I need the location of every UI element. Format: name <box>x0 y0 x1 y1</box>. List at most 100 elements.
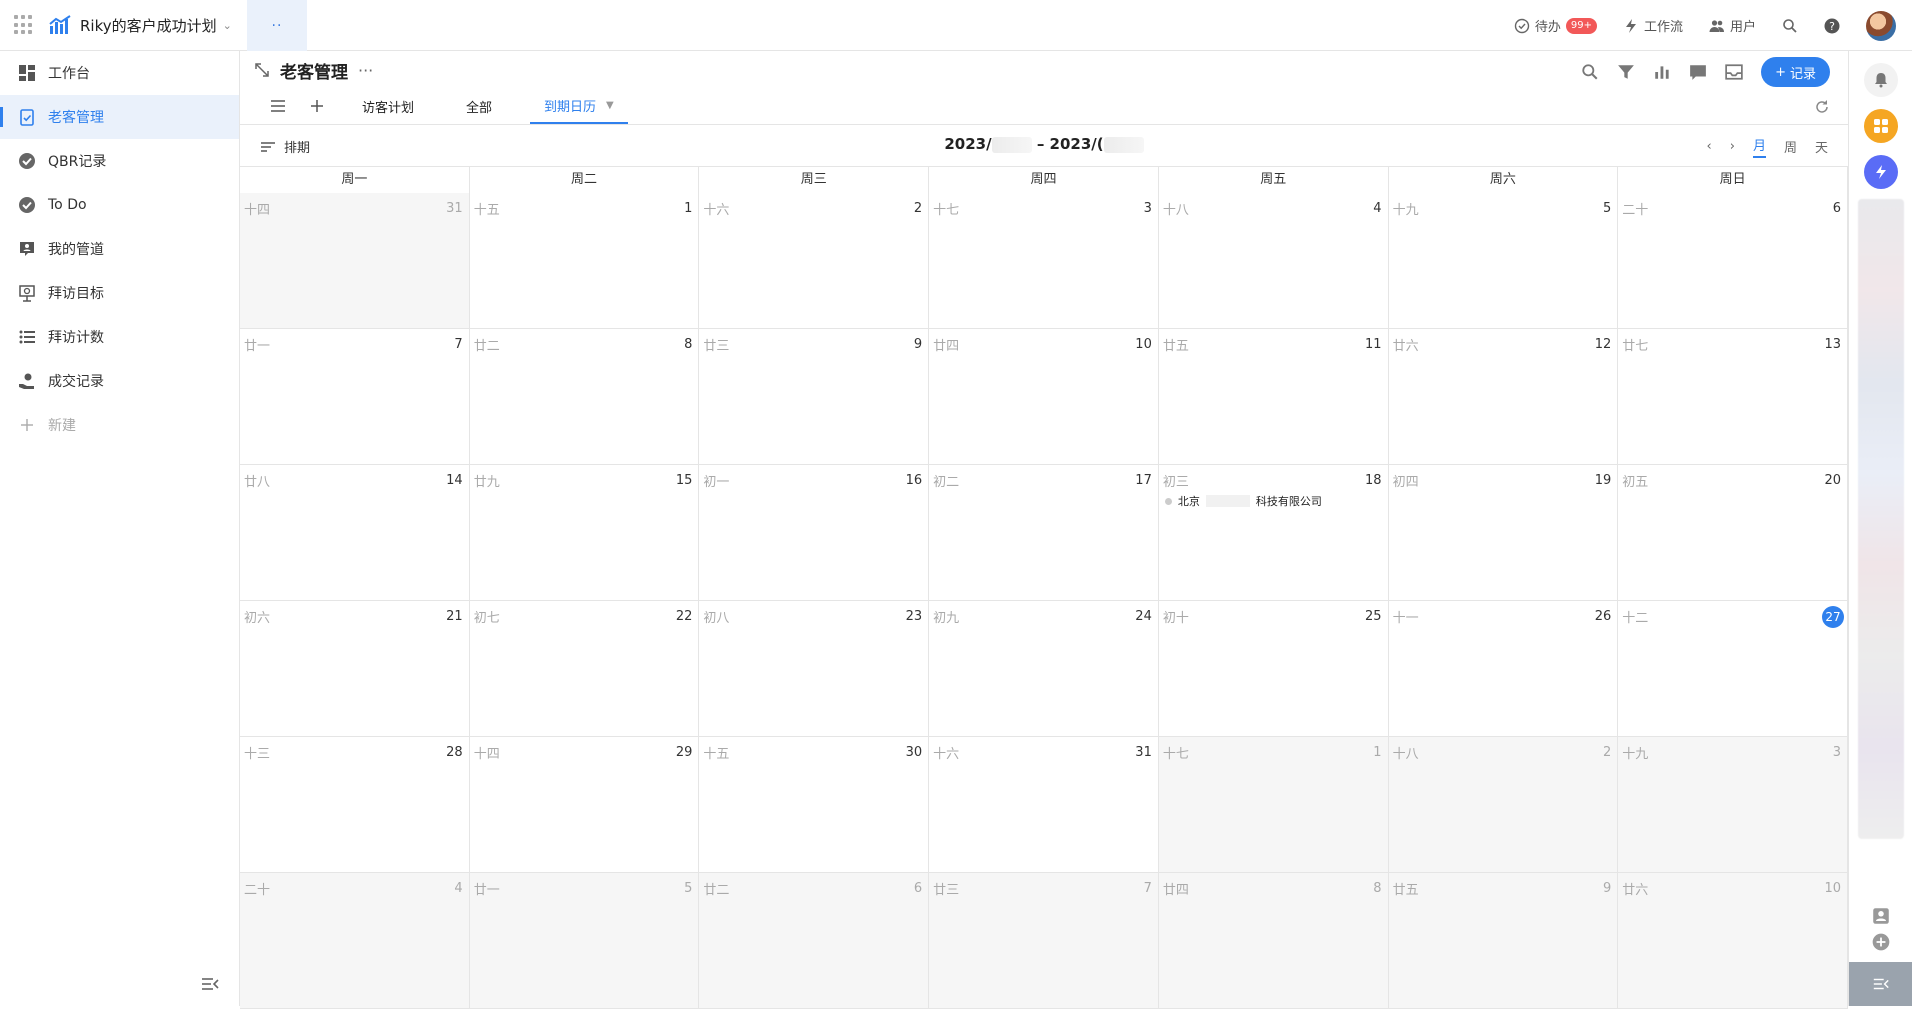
lunar-date: 廿六 <box>1622 883 1649 898</box>
calendar-day-cell[interactable]: 初五 20 <box>1618 465 1848 601</box>
calendar-day-cell[interactable]: 十六 31 <box>929 737 1159 873</box>
calendar-event[interactable]: 北京 科技有限公司 <box>1164 493 1322 509</box>
sidebar-item-label: 我的管道 <box>48 242 104 258</box>
calendar-day-cell[interactable]: 廿二 8 <box>469 329 700 465</box>
view-week-button[interactable]: 周 <box>1784 137 1797 156</box>
sidebar-item-new[interactable]: 新建 <box>0 403 239 447</box>
calendar-day-cell[interactable]: 廿四 10 <box>929 329 1159 465</box>
day-number: 12 <box>1594 337 1612 352</box>
sidebar-item-qbr[interactable]: QBR记录 <box>0 139 239 183</box>
calendar-day-cell[interactable]: 十四 31 <box>240 193 470 329</box>
add-view-icon[interactable] <box>310 88 324 124</box>
calendar-day-cell[interactable]: 初六 21 <box>240 601 470 737</box>
add-record-button[interactable]: + 记录 <box>1761 57 1830 87</box>
todo-badge: 99+ <box>1565 17 1597 34</box>
chevron-down-icon[interactable]: ▼ <box>606 100 614 111</box>
sidebar-item-customer-management[interactable]: 老客管理 <box>0 95 239 139</box>
calendar-day-cell[interactable]: 十八 4 <box>1158 193 1389 329</box>
calendar-day-cell[interactable]: 十七 1 <box>1158 737 1389 873</box>
prev-month-icon[interactable]: ‹ <box>1707 139 1712 154</box>
users-button[interactable]: 用户 <box>1709 16 1756 35</box>
calendar-day-cell[interactable]: 十五 30 <box>699 737 930 873</box>
calendar-day-cell[interactable]: 初三 18 北京 科技有限公司 <box>1158 465 1389 601</box>
calendar-day-cell[interactable]: 初七 22 <box>469 601 700 737</box>
calendar-day-cell[interactable]: 十八 2 <box>1388 737 1619 873</box>
notification-button[interactable] <box>1863 63 1898 97</box>
calendar-day-cell[interactable]: 十三 28 <box>240 737 470 873</box>
add-chat-icon[interactable] <box>1871 932 1891 956</box>
search-icon[interactable] <box>1782 18 1798 34</box>
app-switcher[interactable]: Riky的客户成功计划 ⌄ <box>48 11 232 39</box>
calendar-day-cell[interactable]: 二十 4 <box>240 873 470 1009</box>
sidebar-item-visit-target[interactable]: 拜访目标 <box>0 271 239 315</box>
view-month-button[interactable]: 月 <box>1752 135 1766 158</box>
sidebar-item-deals[interactable]: 成交记录 <box>0 359 239 403</box>
calendar-day-cell[interactable]: 廿二 6 <box>699 873 930 1009</box>
lunar-date: 廿一 <box>473 883 500 898</box>
inbox-icon[interactable] <box>1725 63 1743 81</box>
user-avatar[interactable] <box>1866 10 1896 41</box>
apps-button[interactable] <box>1863 109 1898 143</box>
calendar-day-cell[interactable]: 廿四 8 <box>1158 873 1389 1009</box>
range-end: 2023/( <box>1049 135 1104 153</box>
collapse-sidebar-icon[interactable] <box>200 974 220 994</box>
day-number: 6 <box>913 881 923 896</box>
calendar-day-cell[interactable]: 廿八 14 <box>240 465 470 601</box>
calendar-day-cell[interactable]: 廿六 10 <box>1618 873 1848 1009</box>
tab-visit-plan[interactable]: 访客计划 <box>348 88 428 124</box>
refresh-icon[interactable] <box>1814 99 1830 115</box>
calendar-day-cell[interactable]: 廿七 13 <box>1618 329 1848 465</box>
calendar-day-cell[interactable]: 廿一 7 <box>240 329 470 465</box>
calendar-day-cell[interactable]: 廿九 15 <box>469 465 700 601</box>
calendar-day-cell[interactable]: 十五 1 <box>469 193 700 329</box>
calendar-day-cell[interactable]: 廿一 5 <box>469 873 700 1009</box>
tab-all[interactable]: 全部 <box>452 88 506 124</box>
calendar-day-cell[interactable]: 廿五 11 <box>1158 329 1389 465</box>
comment-icon[interactable] <box>1689 63 1707 81</box>
calendar-day-cell[interactable]: 廿三 9 <box>699 329 930 465</box>
tab-due-calendar[interactable]: 到期日历 ▼ <box>530 88 628 124</box>
calendar-day-cell[interactable]: 初八 23 <box>699 601 930 737</box>
day-number: 9 <box>1603 881 1612 896</box>
search-icon[interactable] <box>1581 63 1599 81</box>
calendar-day-cell[interactable]: 十九 5 <box>1388 193 1619 329</box>
workflow-button[interactable]: 工作流 <box>1623 16 1683 35</box>
ai-assistant-button[interactable] <box>1863 155 1898 189</box>
calendar-day-cell[interactable]: 初四 19 <box>1388 465 1619 601</box>
weekday-header: 周一 周二 周三 周四 周五 周六 周日 <box>240 167 1848 193</box>
calendar-day-cell[interactable]: 十四 29 <box>469 737 700 873</box>
calendar-day-cell[interactable]: 十一 26 <box>1388 601 1619 737</box>
calendar-day-cell[interactable]: 二十 6 <box>1618 193 1848 329</box>
calendar-day-cell[interactable]: 初二 17 <box>929 465 1159 601</box>
todo-button[interactable]: 待办 99+ <box>1514 16 1597 35</box>
calendar-day-cell[interactable]: 廿三 7 <box>929 873 1159 1009</box>
sidebar-item-todo[interactable]: To Do <box>0 183 239 227</box>
calendar-day-cell[interactable]: 廿五 9 <box>1388 873 1619 1009</box>
calendar-day-cell[interactable]: 廿六 12 <box>1388 329 1619 465</box>
sidebar-item-pipeline[interactable]: 我的管道 <box>0 227 239 271</box>
more-options-icon[interactable]: ··· <box>358 61 373 80</box>
sidebar-item-visit-count[interactable]: 拜访计数 <box>0 315 239 359</box>
calendar-day-cell[interactable]: 十六 2 <box>699 193 930 329</box>
day-number: 28 <box>446 745 463 760</box>
menu-icon[interactable] <box>270 88 286 124</box>
next-month-icon[interactable]: › <box>1730 139 1735 154</box>
lunar-date: 初七 <box>473 611 500 626</box>
help-icon[interactable]: ? <box>1824 18 1840 34</box>
tab-more[interactable]: ·· <box>247 0 307 51</box>
calendar-day-cell[interactable]: 初九 24 <box>929 601 1159 737</box>
view-day-button[interactable]: 天 <box>1815 137 1828 156</box>
calendar-day-cell[interactable]: 初十 25 <box>1158 601 1389 737</box>
collapse-panel-button[interactable] <box>1849 962 1912 1006</box>
calendar-day-cell[interactable]: 十七 3 <box>929 193 1159 329</box>
chart-icon[interactable] <box>1653 63 1671 81</box>
filter-icon[interactable] <box>1617 63 1635 81</box>
calendar-day-cell[interactable]: 十二 27 <box>1618 601 1848 737</box>
sidebar-item-workbench[interactable]: 工作台 <box>0 51 239 95</box>
expand-icon[interactable] <box>254 62 270 78</box>
contact-card-icon[interactable] <box>1871 906 1891 930</box>
redacted-block <box>1205 495 1250 507</box>
calendar-day-cell[interactable]: 十九 3 <box>1618 737 1848 873</box>
apps-grid-icon[interactable] <box>14 15 34 35</box>
calendar-day-cell[interactable]: 初一 16 <box>699 465 930 601</box>
